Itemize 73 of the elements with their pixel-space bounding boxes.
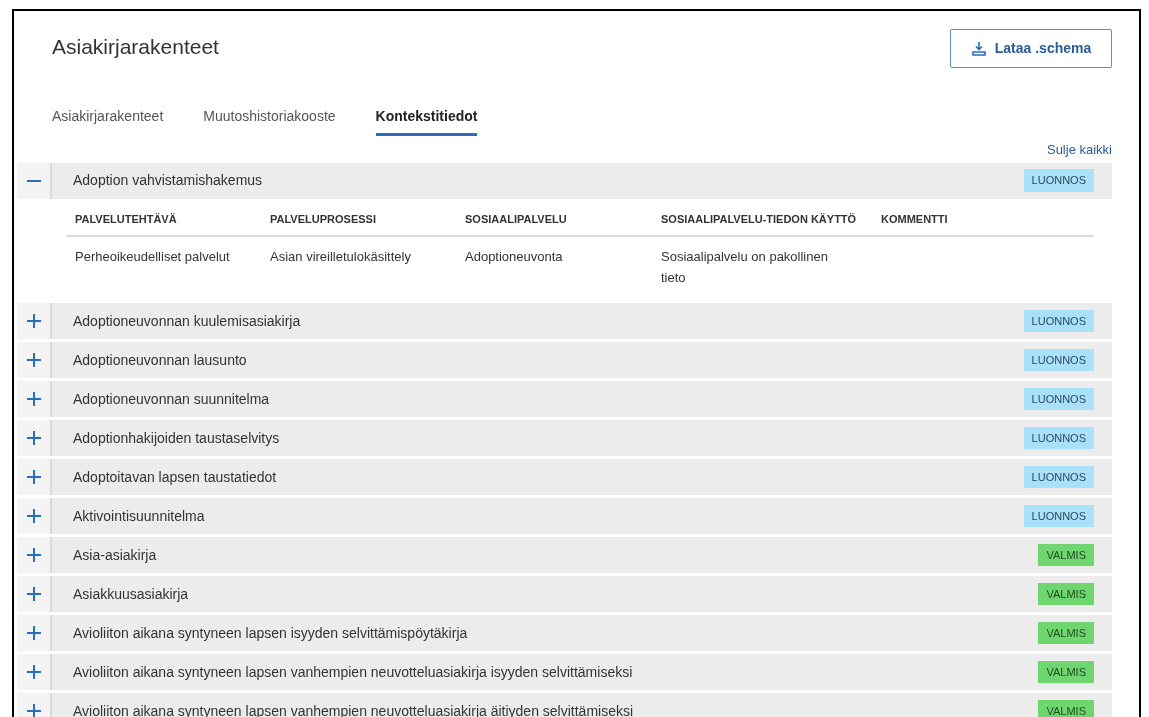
document-title: Avioliiton aikana syntyneen lapsen isyyden selvittämispöytäkirja — [73, 623, 469, 643]
download-button[interactable]: Lataa .schema — [950, 29, 1112, 68]
column-header: SOSIAALIPALVELU — [465, 211, 568, 227]
plus-icon — [25, 703, 42, 717]
status-badge: VALMIS — [1038, 582, 1094, 606]
table-cell-text: Sosiaalipalvelu on pakollinen tieto — [661, 248, 829, 287]
status-badge: LUONNOS — [1023, 426, 1094, 450]
accordion-row[interactable]: Adoptioneuvonnan suunnitelma LUONNOS — [17, 381, 1112, 417]
plus-icon — [25, 625, 42, 641]
plus-icon — [25, 508, 42, 524]
page-title: Asiakirjarakenteet — [52, 34, 219, 60]
tab[interactable]: Kontekstitiedot — [375, 106, 478, 136]
status-badge: VALMIS — [1038, 621, 1094, 645]
accordion-row[interactable]: Adoption vahvistamishakemus LUONNOS — [17, 162, 1112, 199]
tab[interactable]: Asiakirjarakenteet — [52, 106, 164, 136]
plus-icon — [25, 547, 42, 563]
status-badge: LUONNOS — [1023, 465, 1094, 489]
status-badge: VALMIS — [1038, 543, 1094, 567]
expand-button[interactable] — [17, 498, 52, 534]
status-badge: LUONNOS — [1023, 387, 1094, 411]
plus-icon — [25, 664, 42, 680]
accordion-row[interactable]: Asiakkuusasiakirja VALMIS — [17, 576, 1112, 612]
accordion-row[interactable]: Adoptoitavan lapsen taustatiedot LUONNOS — [17, 459, 1112, 495]
plus-icon — [25, 352, 42, 368]
table-cell-text: Asian vireilletulokäsittely — [270, 248, 412, 266]
document-title: Adoption vahvistamishakemus — [73, 171, 264, 190]
accordion-row[interactable]: Asia-asiakirja VALMIS — [17, 537, 1112, 573]
column-header: PALVELUPROSESSI — [270, 211, 377, 227]
plus-icon — [25, 391, 42, 407]
status-badge: LUONNOS — [1023, 504, 1094, 528]
collapse-all-link[interactable]: Sulje kaikki — [1046, 140, 1112, 160]
collapse-button[interactable] — [17, 162, 52, 199]
expand-button[interactable] — [17, 303, 52, 339]
download-icon — [970, 40, 987, 57]
accordion-row[interactable]: Adoptioneuvonnan kuulemisasiakirja LUONNOS — [17, 303, 1112, 339]
expand-button[interactable] — [17, 615, 52, 651]
document-title: Asiakkuusasiakirja — [73, 584, 190, 604]
expand-button[interactable] — [17, 537, 52, 573]
document-title: Adoptionhakijoiden taustaselvitys — [73, 428, 281, 448]
document-title: Avioliiton aikana syntyneen lapsen vanhempien neuvotteluasiakirja isyyden selvittämiseksi — [73, 662, 634, 682]
plus-icon — [25, 586, 42, 602]
tab[interactable]: Muutoshistoriakooste — [203, 106, 336, 136]
accordion-row[interactable]: Adoptionhakijoiden taustaselvitys LUONNOS — [17, 420, 1112, 456]
document-title: Adoptioneuvonnan suunnitelma — [73, 389, 271, 409]
accordion-row[interactable]: Avioliiton aikana syntyneen lapsen vanhempien neuvotteluasiakirja isyyden selvittämiseksi VALMIS — [17, 654, 1112, 690]
accordion-row[interactable]: Aktivointisuunnitelma LUONNOS — [17, 498, 1112, 534]
document-title: Aktivointisuunnitelma — [73, 506, 206, 526]
minus-icon — [25, 179, 42, 182]
expand-button[interactable] — [17, 420, 52, 456]
column-header: KOMMENTTI — [881, 211, 949, 227]
document-title: Asia-asiakirja — [73, 545, 158, 565]
plus-icon — [25, 313, 42, 329]
table-cell-text: Adoptioneuvonta — [465, 248, 564, 266]
document-title: Adoptioneuvonnan kuulemisasiakirja — [73, 311, 302, 331]
expand-button[interactable] — [17, 381, 52, 417]
status-badge: VALMIS — [1038, 660, 1094, 684]
expand-button[interactable] — [17, 654, 52, 690]
accordion-row[interactable]: Adoptioneuvonnan lausunto LUONNOS — [17, 342, 1112, 378]
document-title: Adoptoitavan lapsen taustatiedot — [73, 467, 278, 487]
accordion-row[interactable]: Avioliiton aikana syntyneen lapsen isyyden selvittämispöytäkirja VALMIS — [17, 615, 1112, 651]
plus-icon — [25, 430, 42, 446]
status-badge: LUONNOS — [1023, 309, 1094, 333]
expand-button[interactable] — [17, 459, 52, 495]
plus-icon — [25, 469, 42, 485]
status-badge: LUONNOS — [1023, 169, 1094, 192]
status-badge: VALMIS — [1038, 699, 1094, 717]
document-title: Adoptioneuvonnan lausunto — [73, 350, 248, 370]
column-header: PALVELUTEHTÄVÄ — [75, 211, 178, 227]
expand-button[interactable] — [17, 342, 52, 378]
table-cell-text: Perheoikeudelliset palvelut — [75, 248, 231, 266]
column-header: SOSIAALIPALVELU-TIEDON KÄYTTÖ — [661, 211, 858, 227]
expand-button[interactable] — [17, 576, 52, 612]
status-badge: LUONNOS — [1023, 348, 1094, 372]
